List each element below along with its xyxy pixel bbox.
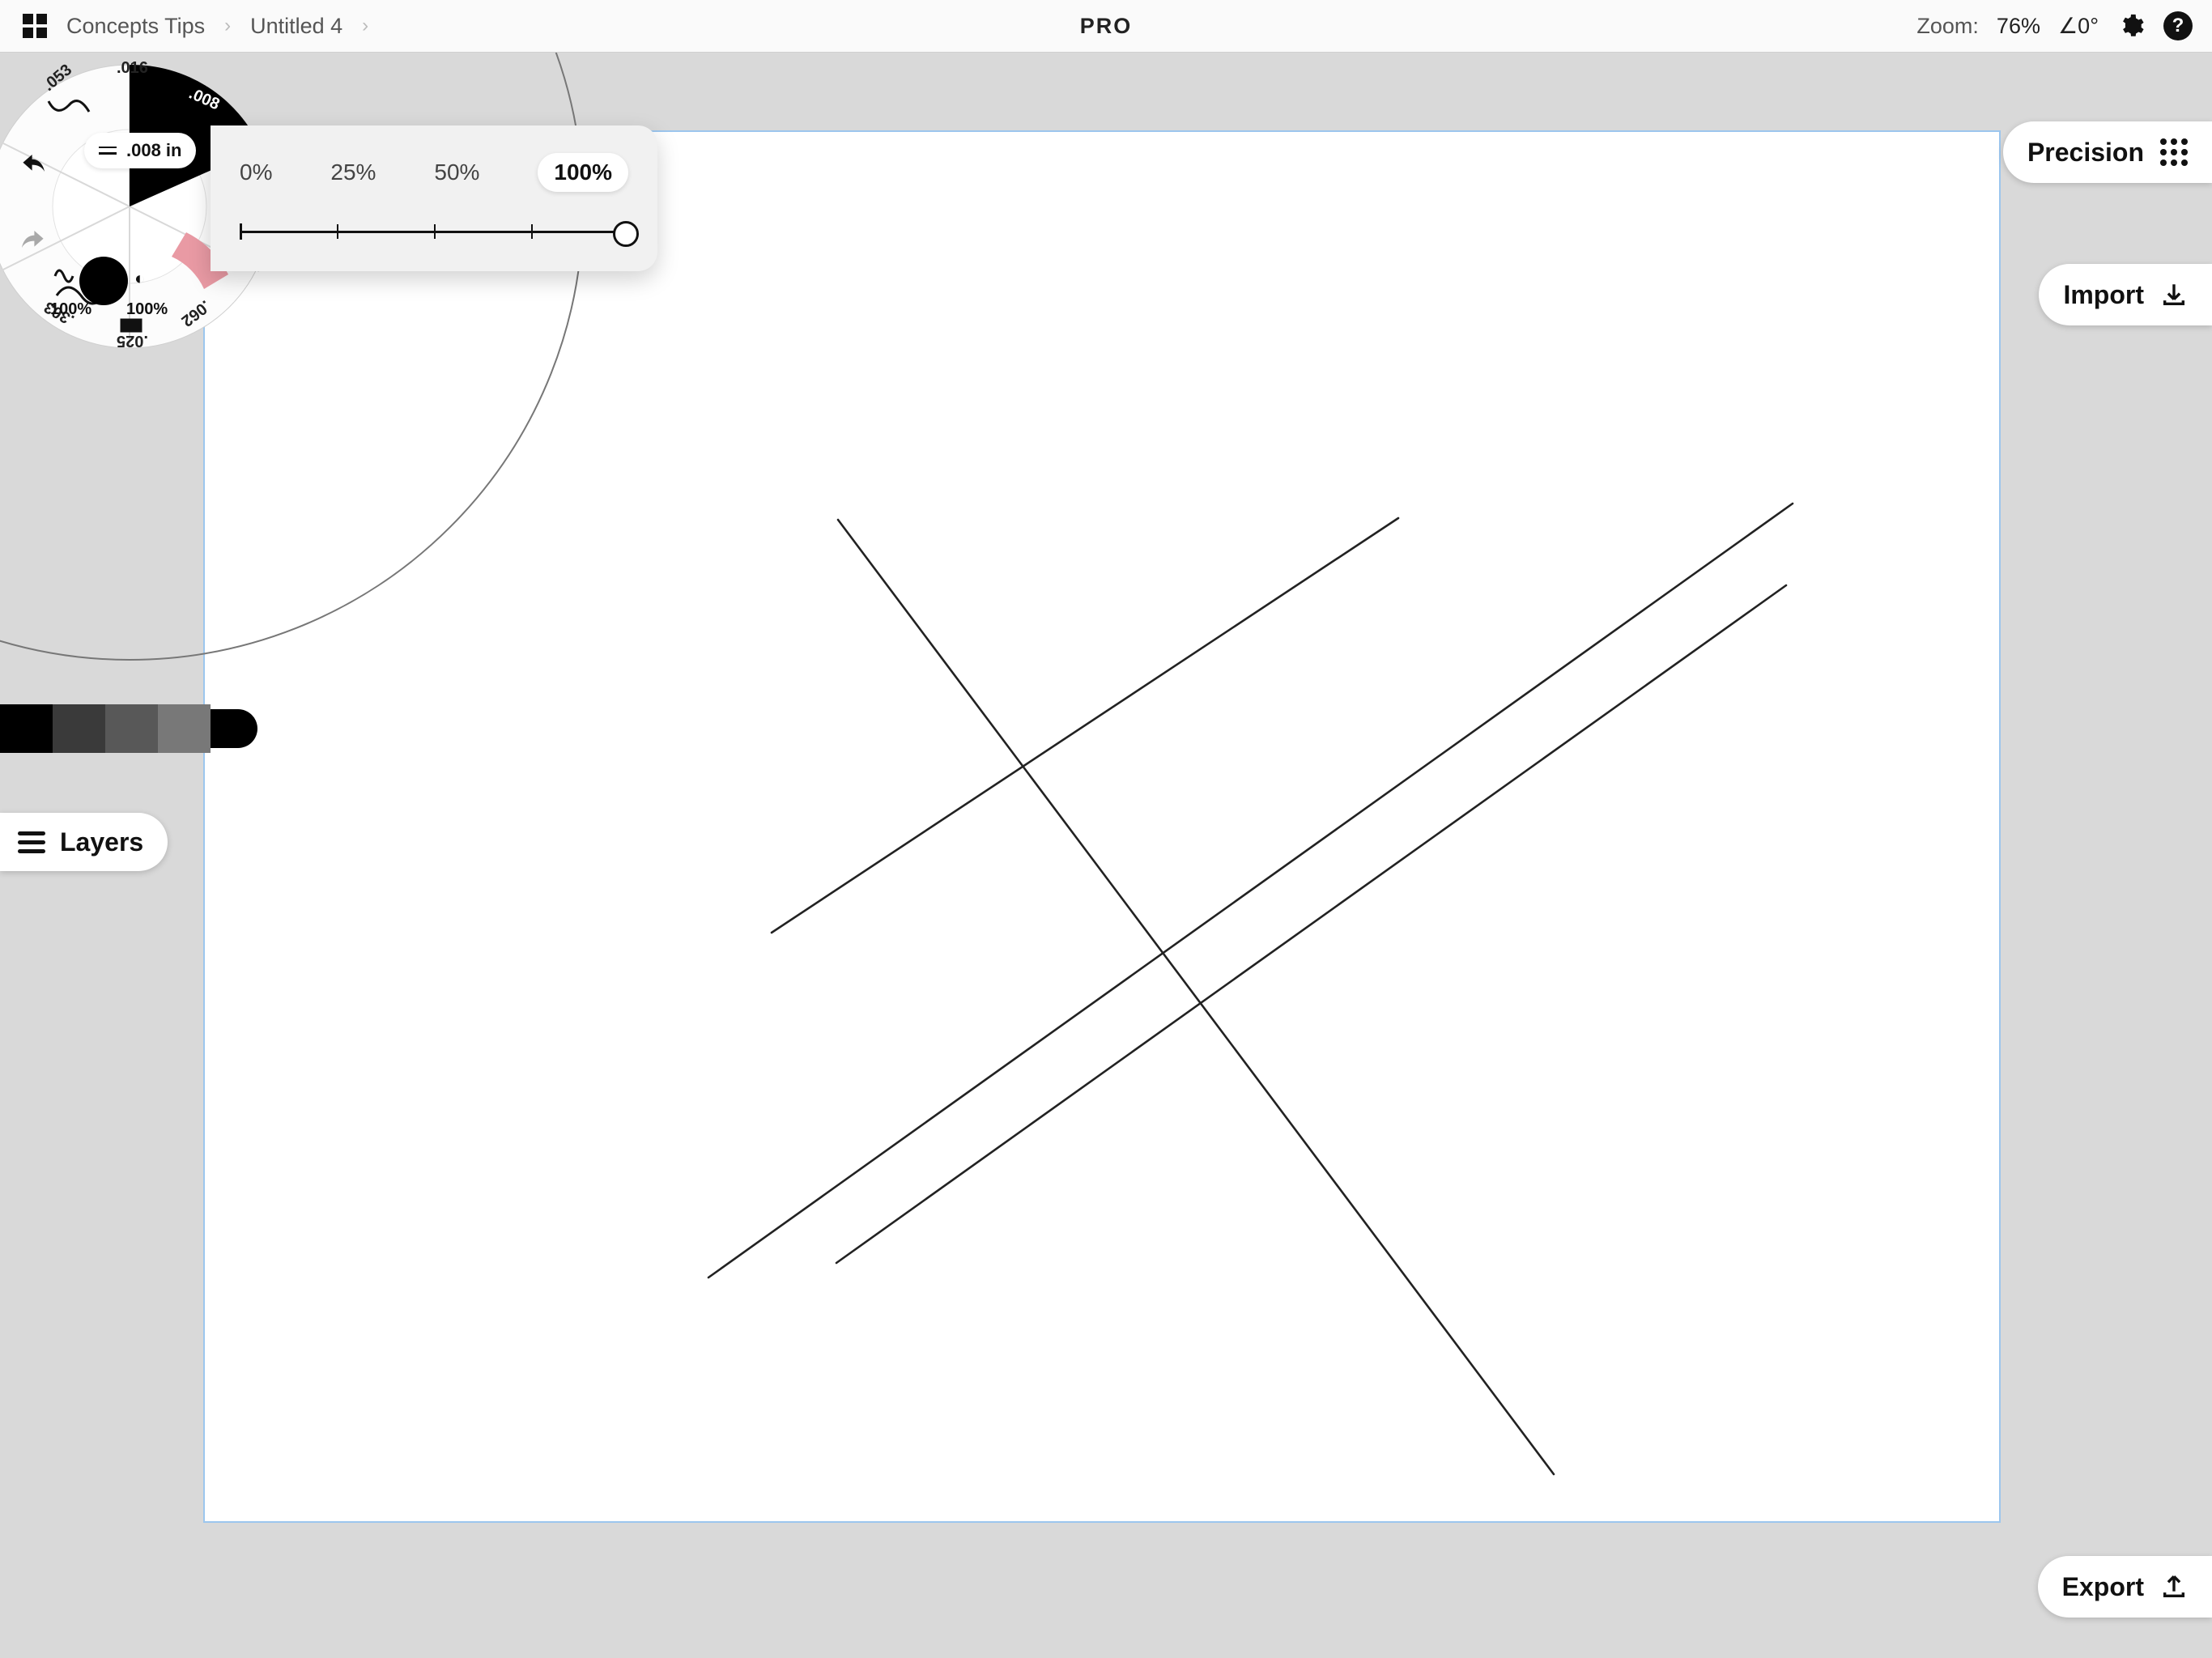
swatch[interactable] (53, 704, 105, 753)
opacity-preset[interactable]: 0% (240, 159, 272, 185)
project-name[interactable]: Concepts Tips (66, 14, 205, 39)
swatch[interactable] (105, 704, 158, 753)
opacity-preset[interactable]: 25% (330, 159, 376, 185)
layers-label: Layers (60, 827, 143, 857)
wheel-center[interactable]: ◐ 100% 100% (55, 232, 152, 329)
opacity-value: 100% (126, 300, 168, 319)
stroke (836, 585, 1786, 1263)
breadcrumb: Concepts Tips › Untitled 4 › (0, 14, 368, 39)
top-bar: Concepts Tips › Untitled 4 › PRO Zoom: 7… (0, 0, 2212, 53)
stroke (708, 504, 1793, 1278)
export-button[interactable]: Export (2038, 1556, 2212, 1618)
export-label: Export (2062, 1572, 2144, 1602)
brush-size-chip[interactable]: .008 in (84, 133, 196, 168)
line-weight-icon (99, 147, 117, 155)
palette-nub-icon[interactable] (211, 709, 257, 748)
opacity-slider[interactable] (240, 219, 628, 244)
opacity-preset-selected[interactable]: 100% (538, 153, 628, 192)
swatch[interactable] (158, 704, 211, 753)
grid-icon (2160, 138, 2188, 166)
slider-cap (240, 223, 242, 240)
slider-tick (531, 224, 533, 239)
layers-button[interactable]: Layers (0, 813, 168, 871)
brush-size-value: .008 in (126, 140, 181, 161)
slider-thumb[interactable] (613, 221, 639, 247)
import-button[interactable]: Import (2039, 264, 2212, 325)
import-icon (2160, 281, 2188, 308)
zoom-value[interactable]: 76% (1997, 14, 2040, 39)
opacity-popover: 0% 25% 50% 100% (211, 125, 657, 271)
wheel-seg-label[interactable]: .016 (117, 59, 148, 78)
swatch[interactable] (0, 704, 53, 753)
document-name[interactable]: Untitled 4 (250, 14, 342, 39)
opacity-preset[interactable]: 50% (434, 159, 479, 185)
undo-icon[interactable] (19, 155, 47, 184)
gear-icon[interactable] (2116, 11, 2146, 40)
precision-label: Precision (2027, 138, 2144, 168)
color-dot[interactable] (79, 257, 128, 305)
help-icon[interactable]: ? (2163, 11, 2193, 40)
slider-tick (434, 224, 436, 239)
import-label: Import (2063, 280, 2144, 310)
opacity-presets: 0% 25% 50% 100% (240, 153, 628, 192)
smoothing-value: 100% (50, 300, 91, 319)
top-bar-right: Zoom: 76% ∠0° ? (1916, 11, 2193, 40)
smoothing-icon[interactable] (53, 268, 74, 289)
angle-value[interactable]: ∠0° (2058, 14, 2099, 39)
export-icon (2160, 1573, 2188, 1601)
stroke (838, 520, 1554, 1474)
precision-button[interactable]: Precision (2003, 121, 2212, 183)
redo-icon[interactable] (19, 231, 47, 260)
layers-icon (18, 831, 45, 853)
stroke (772, 518, 1398, 933)
gallery-icon[interactable] (23, 14, 47, 38)
pro-badge[interactable]: PRO (1080, 14, 1133, 39)
chevron-right-icon: › (224, 15, 231, 37)
wheel-seg-label[interactable]: .025 (117, 331, 148, 350)
slider-tick (337, 224, 338, 239)
color-palette[interactable] (0, 704, 257, 753)
zoom-label: Zoom: (1916, 14, 1979, 39)
chevron-right-icon: › (362, 15, 368, 37)
opacity-icon[interactable]: ◐ (134, 268, 145, 289)
